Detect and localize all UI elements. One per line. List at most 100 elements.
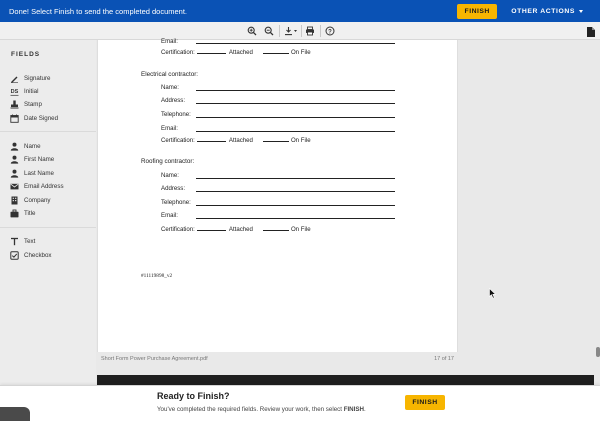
attached-label: Attached — [228, 137, 253, 144]
field-date-signed[interactable]: Date Signed — [10, 113, 58, 124]
address-label: Address: — [161, 97, 186, 104]
field-signature[interactable]: Signature — [10, 73, 51, 84]
document-page: Email: Certification: Attached On File Ele… — [97, 38, 458, 352]
ready-description-emphasis: FINISH — [343, 406, 364, 413]
field-label: Stamp — [24, 101, 42, 108]
telephone-label: Telephone: — [161, 111, 191, 118]
field-company[interactable]: Company — [10, 195, 50, 206]
fields-sidebar: FIELDS Signature DS Initial Stamp Date S… — [0, 40, 96, 421]
document-filename: Short Form Power Purchase Agreement.pdf — [101, 356, 208, 362]
certification-label: Certification: — [161, 49, 195, 56]
field-label: Initial — [24, 88, 39, 95]
attached-label: Attached — [228, 49, 253, 56]
next-page-edge — [97, 375, 594, 385]
on-file-label: On File — [290, 49, 311, 56]
mouse-pointer-icon — [489, 286, 497, 299]
on-file-label: On File — [290, 137, 311, 144]
blank-line — [262, 137, 289, 142]
svg-text:DS: DS — [11, 89, 19, 95]
field-checkbox[interactable]: Checkbox — [10, 250, 52, 261]
certification-row: Certification: Attached On File — [161, 226, 311, 233]
document-icon[interactable] — [586, 25, 596, 37]
attached-label: Attached — [228, 226, 253, 233]
field-initial[interactable]: DS Initial — [10, 86, 38, 97]
caret-down-icon — [579, 9, 583, 13]
email-label: Email: — [161, 38, 178, 45]
ready-title: Ready to Finish? — [157, 391, 230, 401]
field-first-name[interactable]: First Name — [10, 154, 54, 165]
scrollbar-thumb[interactable] — [596, 347, 600, 357]
field-line — [196, 90, 395, 91]
blank-line — [196, 226, 226, 231]
certification-label: Certification: — [161, 226, 195, 233]
name-label: Name: — [161, 172, 179, 179]
field-label: Date Signed — [24, 115, 59, 122]
fields-title: FIELDS — [11, 51, 41, 58]
print-icon[interactable] — [303, 24, 317, 38]
top-notification-bar: Done! Select Finish to send the complete… — [0, 0, 600, 22]
field-text[interactable]: Text — [10, 236, 35, 247]
person-icon — [10, 142, 19, 151]
pen-icon — [10, 74, 19, 83]
certification-label: Certification: — [161, 137, 195, 144]
field-label: Text — [24, 238, 36, 245]
toolbar-divider — [320, 25, 321, 37]
field-line — [196, 218, 395, 219]
briefcase-icon — [10, 209, 19, 218]
blank-line — [262, 49, 289, 54]
field-label: Last Name — [24, 170, 54, 177]
field-label: Title — [24, 210, 36, 217]
other-actions-label: OTHER ACTIONS — [511, 7, 575, 15]
field-name[interactable]: Name — [10, 141, 41, 152]
field-label: Checkbox — [24, 252, 52, 259]
toolbar-divider — [279, 25, 280, 37]
field-label: Signature — [24, 75, 51, 82]
completion-message: Done! Select Finish to send the complete… — [9, 6, 188, 16]
ready-to-finish-bar: Ready to Finish? You've completed the re… — [0, 385, 600, 421]
finish-button-bottom[interactable]: FINISH — [405, 395, 445, 410]
ready-description-text: You've completed the required fields. Re… — [157, 406, 344, 413]
person-icon — [10, 169, 19, 178]
sidebar-divider — [0, 131, 96, 132]
zoom-out-icon[interactable] — [262, 24, 276, 38]
field-label: Name — [24, 143, 41, 150]
field-line — [196, 205, 395, 206]
download-icon[interactable] — [283, 24, 299, 38]
field-label: First Name — [24, 156, 55, 163]
sidebar-divider — [0, 227, 96, 228]
certification-row: Certification: Attached On File — [161, 137, 311, 144]
toolbar-divider — [301, 25, 302, 37]
section-heading: Electrical contractor: — [141, 71, 199, 78]
calendar-icon — [10, 114, 19, 123]
page-footer: Short Form Power Purchase Agreement.pdf … — [97, 355, 458, 365]
ready-description: You've completed the required fields. Re… — [157, 406, 366, 413]
address-label: Address: — [161, 185, 186, 192]
field-line — [196, 191, 395, 192]
field-last-name[interactable]: Last Name — [10, 168, 54, 179]
field-line — [196, 103, 395, 104]
field-label: Email Address — [24, 183, 64, 190]
field-stamp[interactable]: Stamp — [10, 99, 42, 110]
building-icon — [10, 196, 19, 205]
zoom-in-icon[interactable] — [245, 24, 259, 38]
field-title[interactable]: Title — [10, 208, 35, 219]
finish-button-top[interactable]: FINISH — [457, 3, 498, 19]
ready-description-end: . — [363, 406, 366, 413]
document-toolbar: ? — [0, 22, 600, 40]
email-label: Email: — [161, 125, 178, 132]
chat-tab[interactable] — [0, 407, 30, 421]
stamp-icon — [10, 100, 19, 109]
field-line — [196, 43, 395, 44]
email-label: Email: — [161, 212, 178, 219]
field-line — [196, 117, 395, 118]
blank-line — [262, 226, 289, 231]
certification-row: Certification: Attached On File — [161, 49, 311, 56]
field-label: Company — [24, 197, 51, 204]
other-actions-menu[interactable]: OTHER ACTIONS — [511, 8, 583, 15]
field-email-address[interactable]: Email Address — [10, 181, 64, 192]
on-file-label: On File — [290, 226, 311, 233]
envelope-icon — [10, 182, 19, 191]
help-icon[interactable]: ? — [323, 24, 337, 38]
checkbox-icon — [10, 251, 19, 260]
initials-icon: DS — [10, 87, 19, 96]
